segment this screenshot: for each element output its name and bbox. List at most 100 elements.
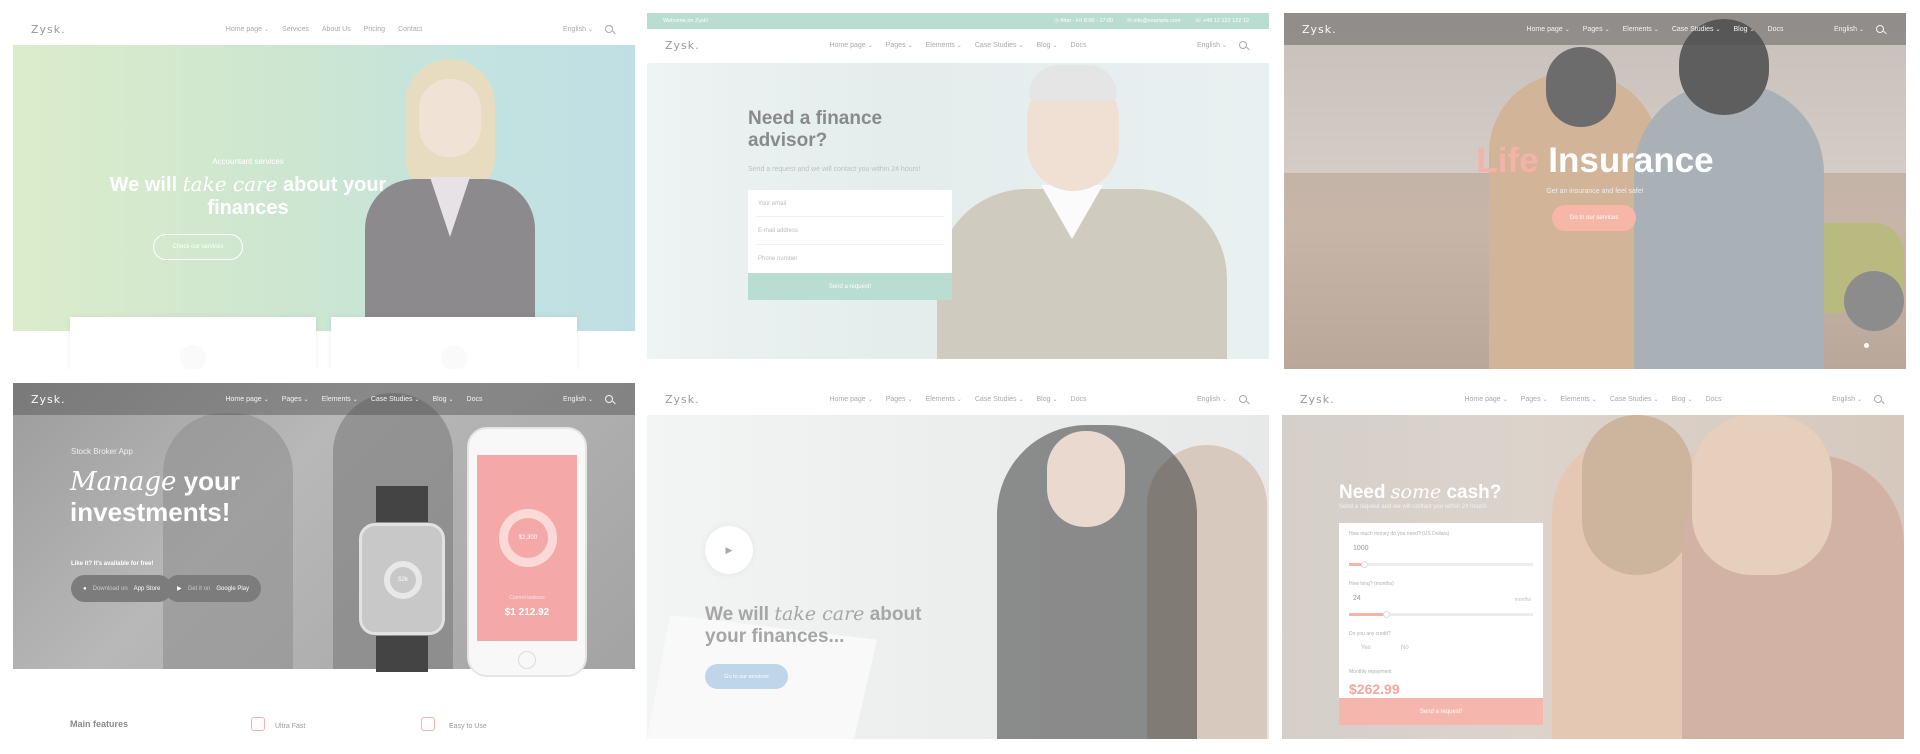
nav-link-home[interactable]: Home page ⌄ <box>1526 26 1569 33</box>
nav-links: Home page ⌄ Services About Us Pricing Con… <box>13 26 635 33</box>
nav-link-home[interactable]: Home page ⌄ <box>829 396 872 403</box>
monthly-label: Monthly repayment <box>1349 669 1392 675</box>
clock-icon: ◷ Mon - Fri 8:00 - 17:00 <box>1054 18 1114 24</box>
search-icon[interactable] <box>1239 395 1247 403</box>
play-icon[interactable]: ▶ <box>705 526 753 574</box>
nav-link-docs[interactable]: Docs <box>1706 396 1722 403</box>
phone-amount: $1 212.92 <box>504 607 550 618</box>
nav-link-case-studies[interactable]: Case Studies ⌄ <box>1672 26 1721 33</box>
navbar: Zysk. Home page ⌄ Pages ⌄ Elements ⌄ Case S… <box>13 383 635 415</box>
hero-headline: We will take care about your finances... <box>705 603 922 647</box>
demo-accountant[interactable]: Zysk. Home page ⌄ Services About Us Prici… <box>13 13 635 369</box>
language-select[interactable]: English ⌄ <box>1832 396 1862 403</box>
term-slider[interactable] <box>1349 611 1533 618</box>
nav-link-docs[interactable]: Docs <box>1768 26 1784 33</box>
hero-person-image <box>1634 83 1824 369</box>
demo-life-insurance[interactable]: Zysk. Home page ⌄ Pages ⌄ Elements ⌄ Case S… <box>1284 13 1906 369</box>
email-address-field[interactable]: E-mail address <box>758 228 798 234</box>
nav-link-pages[interactable]: Pages ⌄ <box>886 42 913 49</box>
nav-link-case-studies[interactable]: Case Studies ⌄ <box>1610 396 1659 403</box>
language-select[interactable]: English ⌄ <box>1834 26 1864 33</box>
hero <box>647 63 1269 359</box>
your-email-field[interactable]: Your email <box>758 201 786 207</box>
nav-link-case-studies[interactable]: Case Studies ⌄ <box>975 396 1024 403</box>
nav-link-case-studies[interactable]: Case Studies ⌄ <box>975 42 1024 49</box>
credit-label: Do you any credit? <box>1349 631 1391 637</box>
term-unit: months <box>1514 597 1531 603</box>
nav-link-contact[interactable]: Contact <box>398 26 422 33</box>
hero-kicker: Stock Broker App <box>71 447 133 456</box>
nav-link-elements[interactable]: Elements ⌄ <box>1623 26 1659 33</box>
nav-link-home[interactable]: Home page ⌄ <box>225 396 268 403</box>
amount-input[interactable]: 1000 <box>1353 545 1369 552</box>
nav-link-elements[interactable]: Elements ⌄ <box>322 396 358 403</box>
rocket-icon <box>251 717 265 731</box>
amount-slider[interactable] <box>1349 561 1533 568</box>
loan-calculator: How much money do you need? (US Dollars)… <box>1339 523 1543 725</box>
hero-headline: We will take care about your finances <box>109 172 387 220</box>
send-request-button[interactable]: Send a request! <box>748 273 952 300</box>
google-play-button[interactable]: ▶ Get it on Google Play <box>165 575 261 602</box>
language-select[interactable]: English ⌄ <box>563 26 593 33</box>
nav-link-blog[interactable]: Blog ⌄ <box>1734 26 1755 33</box>
nav-link-blog[interactable]: Blog ⌄ <box>433 396 454 403</box>
nav-link-blog[interactable]: Blog ⌄ <box>1037 396 1058 403</box>
nav-link-pages[interactable]: Pages ⌄ <box>1521 396 1548 403</box>
nav-link-pages[interactable]: Pages ⌄ <box>1583 26 1610 33</box>
nav-link-docs[interactable]: Docs <box>1071 396 1087 403</box>
language-select[interactable]: English ⌄ <box>563 396 593 403</box>
nav-link-docs[interactable]: Docs <box>1071 42 1087 49</box>
nav-link-services[interactable]: Services <box>282 26 309 33</box>
credit-yes-option[interactable]: Yes <box>1361 645 1371 651</box>
search-icon[interactable] <box>605 25 613 33</box>
demo-stock-broker-app[interactable]: Stock Broker App Manage your investments… <box>13 383 635 739</box>
navbar: Zysk. Home page ⌄ Pages ⌄ Elements ⌄ Case S… <box>647 29 1269 61</box>
nav-link-elements[interactable]: Elements ⌄ <box>1561 396 1597 403</box>
nav-link-pages[interactable]: Pages ⌄ <box>282 396 309 403</box>
nav-link-elements[interactable]: Elements ⌄ <box>926 42 962 49</box>
feature-easy-to-use: Easy to Use <box>449 723 487 730</box>
nav-link-pages[interactable]: Pages ⌄ <box>886 396 913 403</box>
navbar: Zysk. Home page ⌄ Services About Us Prici… <box>13 13 635 45</box>
search-icon[interactable] <box>1874 395 1882 403</box>
donut-value: $2,300 <box>499 509 557 567</box>
nav-link-about[interactable]: About Us <box>322 26 351 33</box>
hero-person-image <box>917 63 1247 359</box>
phone-icon[interactable]: ☏ +48 12 122 122 12 <box>1195 18 1249 24</box>
language-select[interactable]: English ⌄ <box>1197 396 1227 403</box>
nav-link-blog[interactable]: Blog ⌄ <box>1037 42 1058 49</box>
nav-link-home[interactable]: Home page ⌄ <box>829 42 872 49</box>
language-select[interactable]: English ⌄ <box>1197 42 1227 49</box>
phone-number-field[interactable]: Phone number <box>758 256 797 262</box>
credit-no-option[interactable]: No <box>1401 645 1409 651</box>
search-icon[interactable] <box>1239 41 1247 49</box>
term-label: How long? (months) <box>1349 581 1394 587</box>
search-icon[interactable] <box>1876 25 1884 33</box>
nav-link-docs[interactable]: Docs <box>467 396 483 403</box>
hero: ▶ We will take care about your finances.… <box>647 415 1269 739</box>
navbar: Zysk. Home page ⌄ Pages ⌄ Elements ⌄ Case S… <box>1284 13 1906 45</box>
hero: Need some cash? Send a request and we wi… <box>1282 415 1904 739</box>
mail-icon[interactable]: ✉ info@example.com <box>1127 18 1180 24</box>
watch-value: 52k <box>384 561 422 599</box>
search-icon[interactable] <box>605 395 613 403</box>
term-input[interactable]: 24 <box>1353 595 1361 602</box>
go-to-services-button[interactable]: Go to our services <box>1552 205 1636 231</box>
go-to-services-button[interactable]: Go to our services <box>705 664 788 689</box>
app-store-button[interactable]: ● Download on App Store <box>71 575 173 602</box>
demo-loan-calculator[interactable]: Zysk. Home page ⌄ Pages ⌄ Elements ⌄ Case S… <box>1282 383 1904 739</box>
check-services-button[interactable]: Check our services <box>153 234 243 260</box>
slider-dot[interactable] <box>1864 343 1869 348</box>
hero: Accountant services We will take care ab… <box>13 45 635 331</box>
nav-link-elements[interactable]: Elements ⌄ <box>926 396 962 403</box>
welcome-text: Welcome on Zysk! <box>663 18 709 24</box>
demo-finance-advisor[interactable]: Welcome on Zysk! ◷ Mon - Fri 8:00 - 17:0… <box>647 13 1269 369</box>
nav-link-home[interactable]: Home page ⌄ <box>226 26 269 33</box>
nav-link-home[interactable]: Home page ⌄ <box>1464 396 1507 403</box>
nav-link-blog[interactable]: Blog ⌄ <box>1672 396 1693 403</box>
nav-link-case-studies[interactable]: Case Studies ⌄ <box>371 396 420 403</box>
send-request-button[interactable]: Send a request! <box>1339 698 1543 725</box>
top-bar: Welcome on Zysk! ◷ Mon - Fri 8:00 - 17:0… <box>647 13 1269 29</box>
nav-link-pricing[interactable]: Pricing <box>364 26 385 33</box>
demo-business-video[interactable]: Zysk. Home page ⌄ Pages ⌄ Elements ⌄ Case S… <box>647 383 1269 739</box>
